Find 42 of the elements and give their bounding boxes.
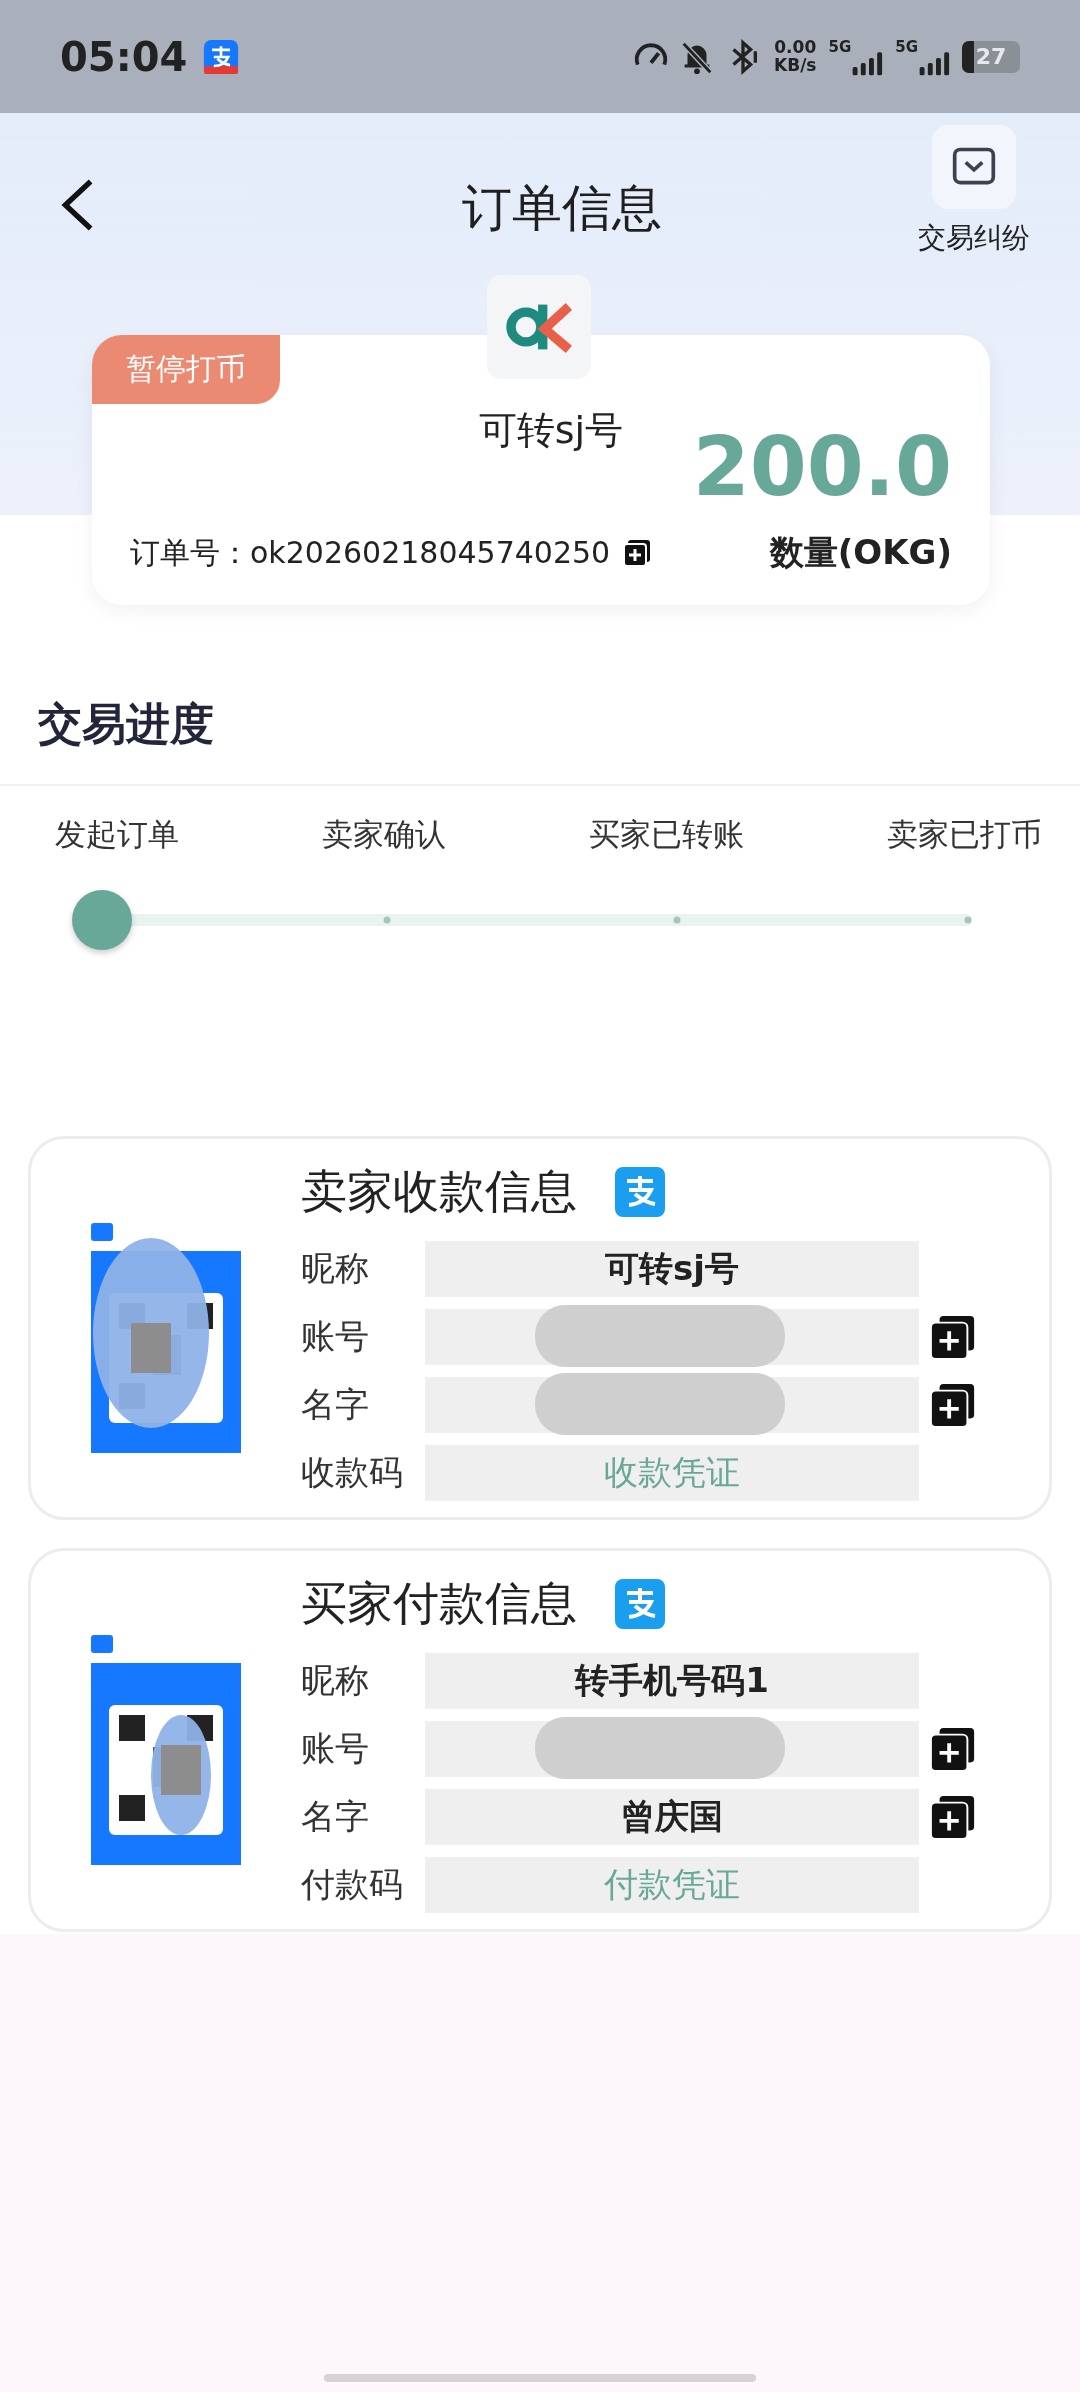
dispute-button[interactable]: [932, 125, 1016, 209]
field-label: 付款码: [301, 1863, 404, 1906]
field-label: 昵称: [301, 1247, 370, 1290]
status-badge: 暂停打币: [92, 335, 280, 404]
amount-label: 数量(OKG): [769, 531, 952, 574]
field-label: 昵称: [301, 1659, 370, 1702]
step-label: 发起订单: [55, 815, 179, 854]
copy-icon[interactable]: [929, 1793, 977, 1841]
net-speed: 0.00: [774, 38, 817, 57]
payment-app-icon: [615, 1579, 665, 1629]
field-label: 账号: [301, 1727, 370, 1770]
field-value: 转手机号码1: [425, 1653, 919, 1709]
payment-app-icon: [615, 1167, 665, 1217]
token-name: 可转sj号: [477, 407, 625, 454]
status-time: 05:04: [60, 33, 188, 80]
net-speed-unit: KB/s: [774, 56, 817, 75]
receipt-link[interactable]: 收款凭证: [425, 1445, 919, 1501]
step-label: 卖家已打币: [887, 815, 1042, 854]
copy-icon[interactable]: [622, 538, 653, 568]
section-title: 交易进度: [0, 695, 1080, 786]
step-label: 卖家确认: [322, 815, 446, 854]
field-label: 名字: [301, 1383, 370, 1426]
field-label: 名字: [301, 1795, 370, 1838]
network-type: 5G: [895, 37, 918, 56]
order-number: 订单号：ok20260218045740250: [130, 533, 611, 572]
copy-icon[interactable]: [929, 1381, 977, 1429]
app-notification-icon: [203, 38, 240, 75]
network-type: 5G: [828, 37, 852, 56]
card-title: 买家付款信息: [301, 1575, 577, 1632]
copy-icon[interactable]: [929, 1313, 977, 1361]
field-label: 收款码: [301, 1451, 404, 1494]
amount: 200.0: [692, 426, 952, 508]
field-value: 可转sj号: [425, 1241, 919, 1297]
step-label: 买家已转账: [589, 815, 744, 854]
battery-icon: 27: [962, 40, 1020, 73]
dispute-label[interactable]: 交易纠纷: [918, 219, 1030, 257]
field-label: 账号: [301, 1315, 370, 1358]
copy-icon[interactable]: [929, 1725, 977, 1773]
page-title: 订单信息: [461, 178, 663, 239]
card-title: 卖家收款信息: [301, 1163, 577, 1220]
field-value: 曾庆国: [425, 1789, 919, 1845]
receipt-link[interactable]: 付款凭证: [425, 1857, 919, 1913]
